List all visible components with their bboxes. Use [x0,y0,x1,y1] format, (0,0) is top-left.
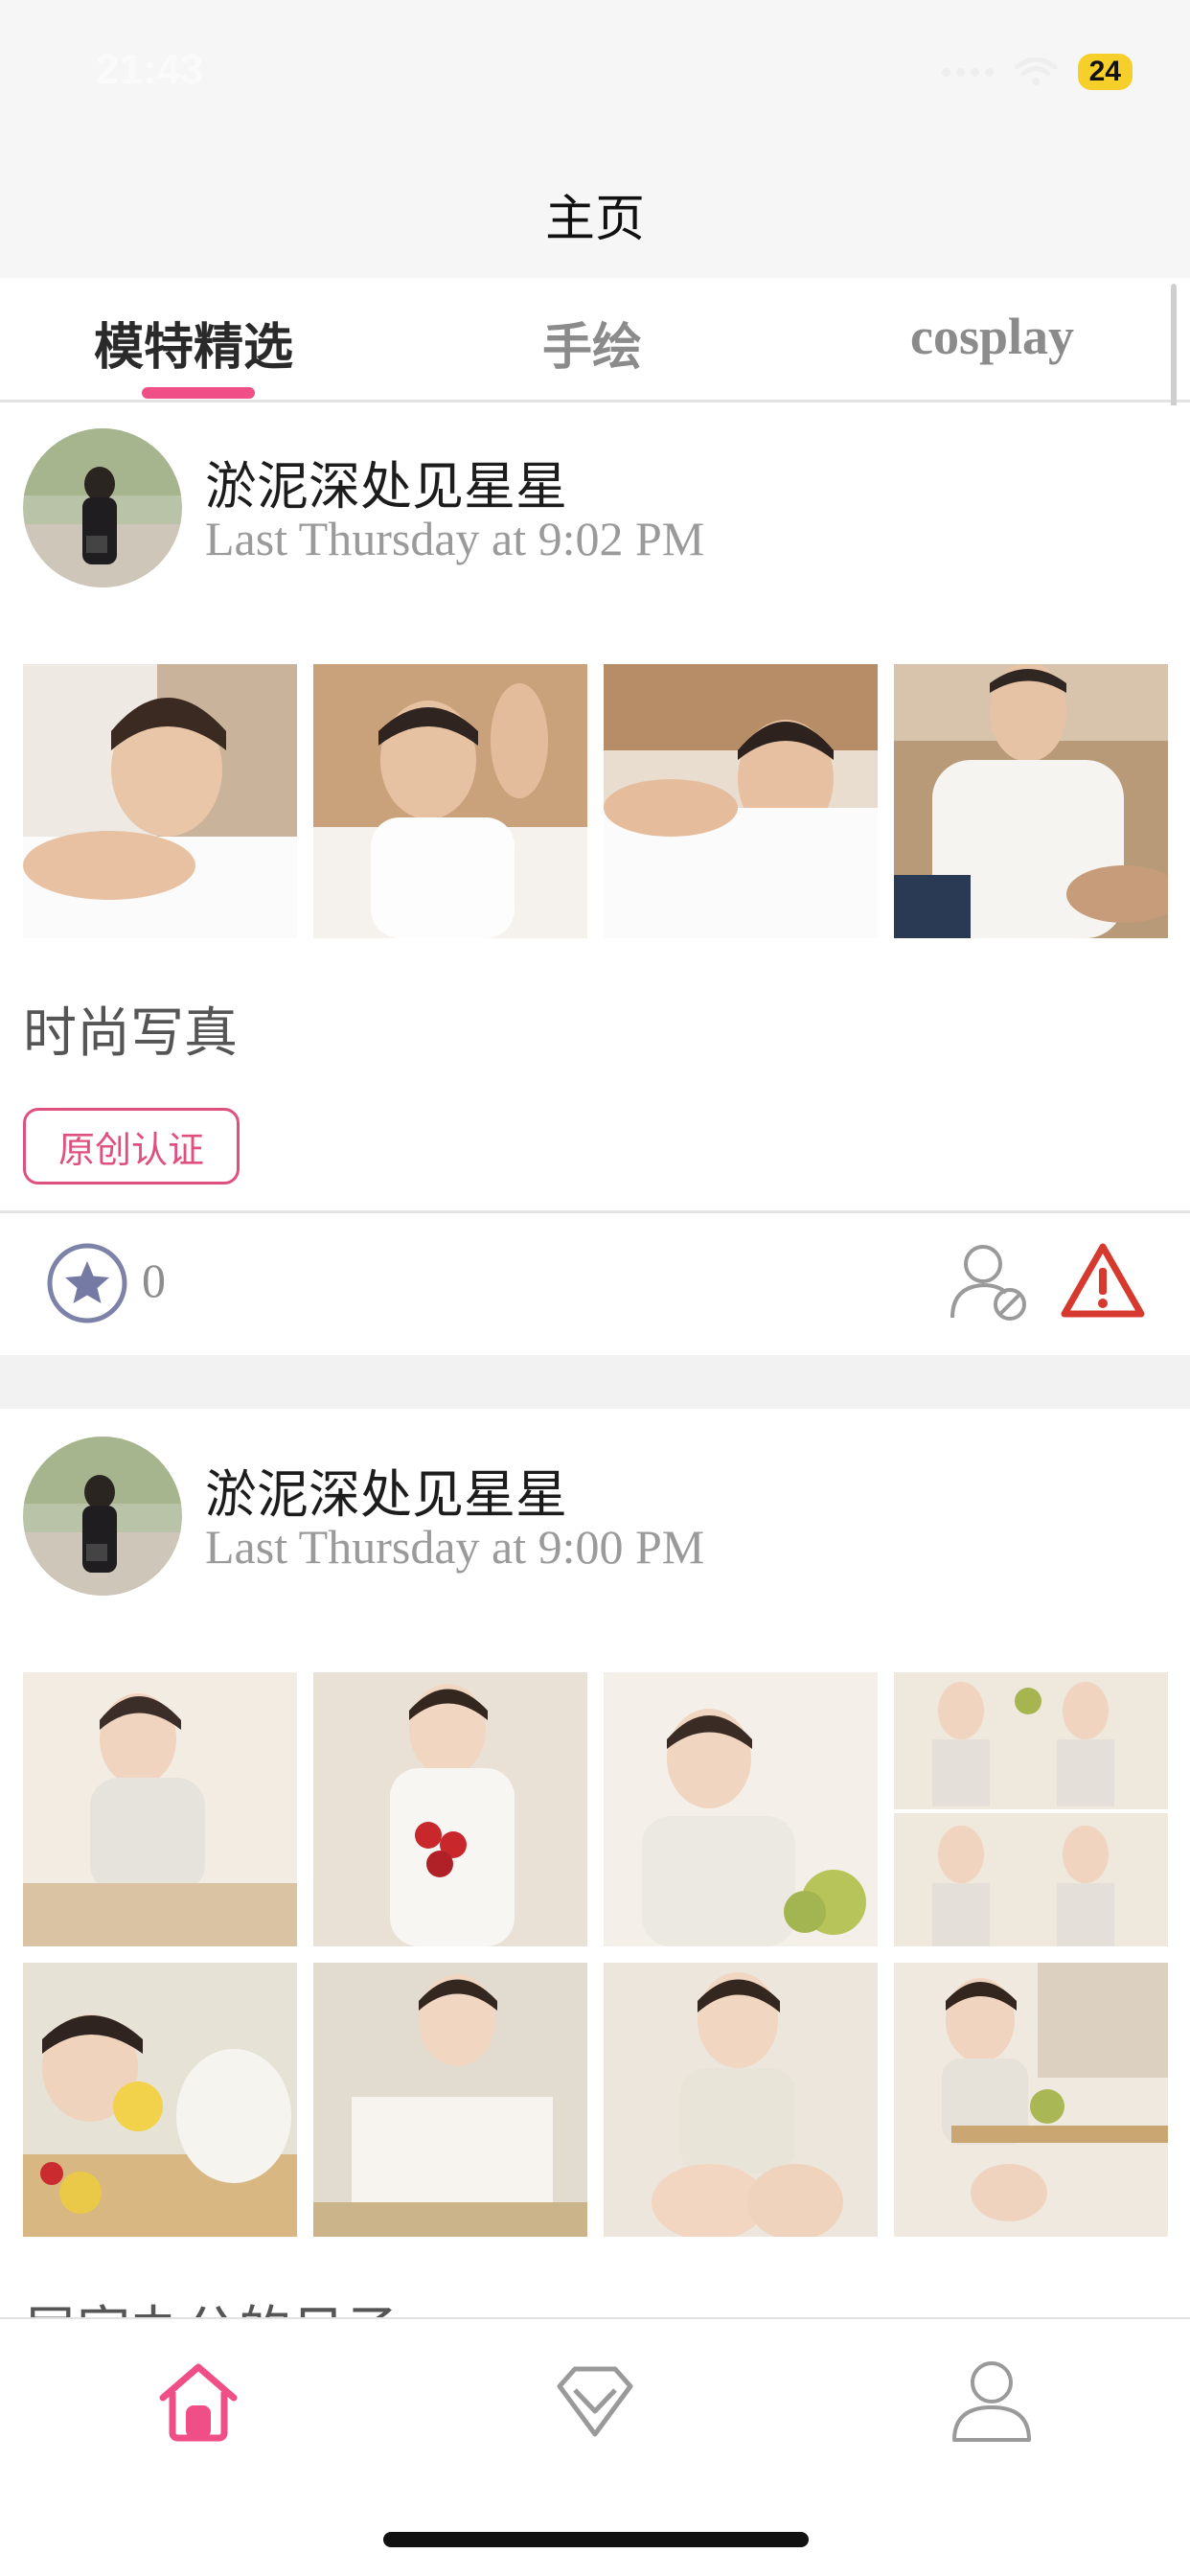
post-image[interactable] [604,1672,878,1946]
signal-icon [941,67,994,77]
post-image[interactable] [894,1672,1168,1946]
home-indicator [383,2532,809,2547]
post-image[interactable] [23,664,297,938]
post-username[interactable]: 淤泥深处见星星 [205,444,567,519]
tab-hand-drawn[interactable]: 手绘 [542,307,642,379]
post-time: Last Thursday at 9:00 PM [205,1520,705,1574]
post-image[interactable] [894,664,1168,938]
star-count: 0 [142,1254,166,1307]
block-user-icon[interactable] [949,1239,1031,1322]
top-header: 21:43 24 主页 [0,0,1190,278]
diamond-icon[interactable] [552,2358,638,2444]
home-icon[interactable] [155,2358,241,2444]
post-separator [0,1355,1190,1409]
tab-model-picks[interactable]: 模特精选 [94,307,293,379]
wifi-icon [1014,58,1057,85]
post-caption: 居家办公的日子 [23,2288,399,2317]
avatar[interactable] [23,428,182,587]
post-image[interactable] [23,1672,297,1946]
post-image[interactable] [23,1963,297,2237]
post-time: Last Thursday at 9:02 PM [205,512,705,565]
star-icon[interactable] [46,1242,128,1324]
post-image[interactable] [894,1963,1168,2237]
post-image[interactable] [313,1672,587,1946]
original-badge: 原创认证 [23,1108,240,1184]
post-image[interactable] [313,664,587,938]
status-time: 21:43 [96,46,204,93]
avatar-image [23,428,182,587]
battery-indicator: 24 [1077,54,1133,90]
avatar-image [23,1437,182,1596]
report-warning-icon[interactable] [1060,1241,1146,1320]
avatar[interactable] [23,1437,182,1596]
post-image[interactable] [313,1963,587,2237]
tab-cosplay[interactable]: cosplay [910,307,1074,366]
post-card: 淤泥深处见星星 Last Thursday at 9:00 PM 居家办公的日子 [0,1409,1190,2317]
post-card: 淤泥深处见星星 Last Thursday at 9:02 PM 时尚写真 原创… [0,405,1190,1355]
active-tab-indicator [142,387,255,399]
post-username[interactable]: 淤泥深处见星星 [205,1452,567,1528]
post-image[interactable] [604,1963,878,2237]
post-caption: 时尚写真 [23,1002,238,1065]
category-tabs: 模特精选 手绘 cosplay [0,278,1190,402]
post-image[interactable] [604,664,878,938]
status-icons: 24 [941,54,1133,90]
page-title: 主页 [544,191,645,248]
person-icon[interactable] [949,2358,1035,2444]
divider [0,1210,1190,1213]
